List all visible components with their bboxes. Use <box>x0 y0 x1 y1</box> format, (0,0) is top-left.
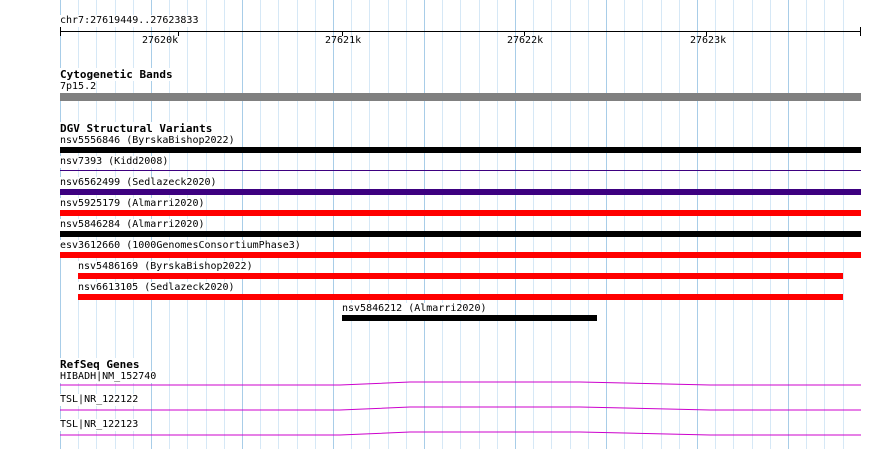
ruler-tick-label: 27623k <box>690 35 727 46</box>
dgv-feature-bar[interactable] <box>60 231 861 237</box>
gene-model[interactable] <box>60 404 861 412</box>
ruler-tick <box>178 31 179 36</box>
dgv-feature-bar[interactable] <box>78 273 843 279</box>
dgv-feature-bar[interactable] <box>60 189 861 195</box>
dgv-feature-label[interactable]: nsv6613105 (Sedlazeck2020) <box>78 282 235 294</box>
dgv-feature-label[interactable]: nsv6562499 (Sedlazeck2020) <box>60 177 217 189</box>
ruler-tick-label: 27621k <box>325 35 362 46</box>
dgv-feature-label[interactable]: nsv5556846 (ByrskaBishop2022) <box>60 135 235 147</box>
cytoband-bar[interactable] <box>60 93 861 101</box>
location-label: chr7:27619449..27623833 <box>60 15 199 27</box>
gene-model[interactable] <box>60 429 861 437</box>
dgv-feature-label[interactable]: nsv7393 (Kidd2008) <box>60 156 169 168</box>
ruler-start-tick <box>60 27 61 36</box>
track-title-refseq[interactable]: RefSeq Genes <box>60 358 140 371</box>
dgv-feature-label[interactable]: nsv5486169 (ByrskaBishop2022) <box>78 261 253 273</box>
dgv-feature-bar[interactable] <box>60 147 861 153</box>
ruler-end-tick <box>860 27 861 36</box>
dgv-feature-bar[interactable] <box>78 294 843 300</box>
gene-model[interactable] <box>60 380 861 388</box>
dgv-feature-bar[interactable] <box>60 210 861 216</box>
dgv-feature-label[interactable]: nsv5846284 (Almarri2020) <box>60 219 205 231</box>
track-title-dgv[interactable]: DGV Structural Variants <box>60 122 213 135</box>
cytoband-label: 7p15.2 <box>60 81 97 93</box>
dgv-feature-bar[interactable] <box>342 315 597 321</box>
dgv-feature-label[interactable]: nsv5846212 (Almarri2020) <box>342 303 487 315</box>
ruler-tick-label: 27620k <box>142 35 179 46</box>
ruler-tick-label: 27622k <box>507 35 544 46</box>
track-title-cytoband[interactable]: Cytogenetic Bands <box>60 68 173 81</box>
ruler-axis[interactable] <box>60 31 861 32</box>
dgv-feature-bar[interactable] <box>60 170 861 171</box>
dgv-feature-bar[interactable] <box>60 252 861 258</box>
dgv-feature-label[interactable]: nsv5925179 (Almarri2020) <box>60 198 205 210</box>
dgv-feature-label[interactable]: esv3612660 (1000GenomesConsortiumPhase3) <box>60 240 301 252</box>
